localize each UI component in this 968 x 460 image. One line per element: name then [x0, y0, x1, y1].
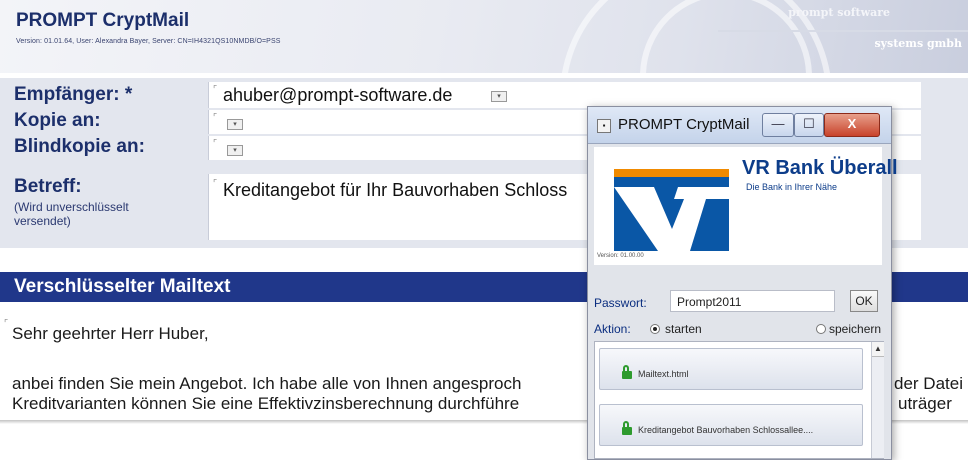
unlock-icon [622, 421, 632, 435]
field-marker-icon: ⌜ [4, 318, 9, 328]
logo-line [718, 30, 968, 32]
dialog-version: Version: 01.00.00 [597, 253, 644, 259]
company-logo-top: prompt software [788, 6, 890, 19]
attachment-item[interactable]: Kreditangebot Bauvorhaben Schlossallee..… [599, 404, 863, 446]
dialog-titlebar[interactable]: ▪ PROMPT CryptMail — ☐ X [588, 107, 891, 144]
attachment-name: Mailtext.html [638, 369, 689, 379]
bank-name: VR Bank Überall [742, 157, 898, 179]
cryptmail-dialog: ▪ PROMPT CryptMail — ☐ X VR Bank Überall… [587, 106, 898, 460]
radio-save[interactable] [816, 324, 826, 334]
app-window-icon[interactable]: ▪ [597, 119, 611, 133]
address-book-icon[interactable]: ▾ [227, 145, 243, 156]
mail-line-end: uträger [898, 394, 952, 413]
subject-note: (Wird unverschlüsselt versendet) [14, 200, 129, 228]
bank-logo-panel: VR Bank Überall Die Bank in Ihrer Nähe V… [594, 147, 898, 265]
field-marker-icon: ⌜ [213, 138, 218, 148]
section-title: Verschlüsselter Mailtext [14, 276, 231, 297]
subject-label: Betreff: [14, 176, 82, 197]
subject-value: Kreditangebot für Ihr Bauvorhaben Schlos… [223, 180, 568, 200]
bank-slogan: Die Bank in Ihrer Nähe [746, 182, 838, 192]
minimize-button[interactable]: — [762, 113, 794, 137]
address-book-icon[interactable]: ▾ [227, 119, 243, 130]
address-book-icon[interactable]: ▾ [491, 91, 507, 102]
close-button[interactable]: X [824, 113, 880, 137]
field-marker-icon: ⌜ [213, 112, 218, 122]
to-field[interactable]: ⌜ ahuber@prompt-software.de ▾ [208, 82, 921, 108]
to-value: ahuber@prompt-software.de [223, 85, 453, 105]
radio-start[interactable] [650, 324, 660, 334]
cc-label: Kopie an: [14, 110, 101, 131]
password-input[interactable]: Prompt2011 [670, 290, 835, 312]
field-marker-icon: ⌜ [213, 84, 218, 94]
field-marker-icon: ⌜ [213, 178, 218, 188]
action-label: Aktion: [594, 322, 631, 336]
radio-start-label: starten [665, 322, 702, 336]
attachment-name: Kreditangebot Bauvorhaben Schlossallee..… [638, 425, 814, 435]
app-title: PROMPT CryptMail [16, 10, 190, 31]
attachment-item[interactable]: Mailtext.html [599, 348, 863, 390]
radio-save-label: speichern [829, 322, 882, 336]
scrollbar[interactable]: ▲ [871, 342, 884, 458]
mail-line: anbei finden Sie mein Angebot. Ich habe … [12, 374, 522, 393]
unlock-icon [622, 365, 632, 379]
attachment-list: Mailtext.html Kreditangebot Bauvorhaben … [594, 341, 884, 459]
password-label: Passwort: [594, 296, 647, 310]
mail-line: Kreditvarianten können Sie eine Effektiv… [12, 394, 520, 413]
bcc-label: Blindkopie an: [14, 136, 145, 157]
ok-button[interactable]: OK [850, 290, 878, 312]
dialog-title: PROMPT CryptMail [618, 116, 750, 133]
to-label: Empfänger: * [14, 84, 133, 105]
maximize-button[interactable]: ☐ [794, 113, 824, 137]
company-logo-bottom: systems gmbh [874, 37, 962, 50]
scroll-up-icon[interactable]: ▲ [872, 342, 884, 357]
version-line: Version: 01.01.64, User: Alexandra Bayer… [16, 38, 281, 45]
bank-logo-icon [614, 169, 729, 251]
mail-line-end: der Datei [894, 374, 963, 393]
mail-greeting: Sehr geehrter Herr Huber, [12, 324, 209, 343]
